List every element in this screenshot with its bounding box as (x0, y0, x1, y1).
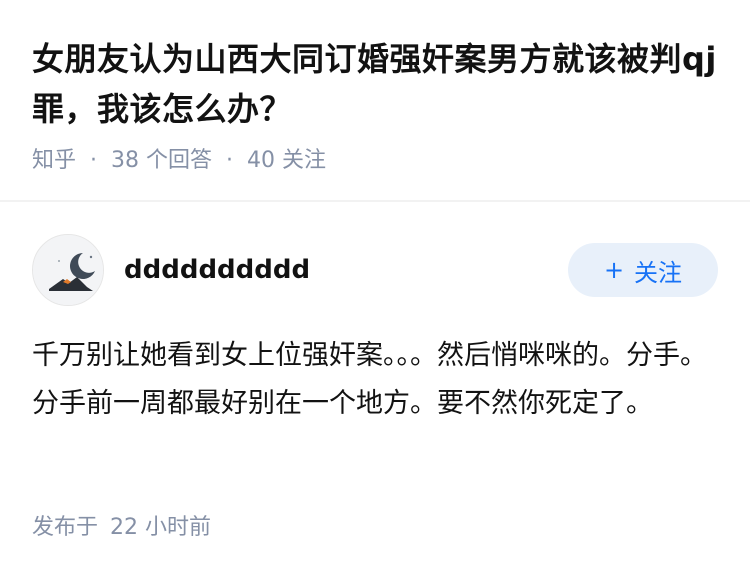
answer-content[interactable]: 千万别让她看到女上位强奸案。。。然后悄咪咪的。分手。分手前一周都最好别在一个地方… (32, 332, 712, 428)
question-meta: 知乎 · 38 个回答 · 40 关注 (32, 146, 722, 176)
plus-icon: + (603, 256, 625, 284)
question-header: 女朋友认为山西大同订婚强奸案男方就该被判qj罪，我该怎么办？ 知乎 · 38 个… (32, 34, 722, 176)
avatar[interactable] (32, 234, 104, 306)
source-label[interactable]: 知乎 (32, 146, 76, 176)
meta-separator: · (226, 148, 234, 173)
answers-count[interactable]: 38 个回答 (111, 146, 212, 176)
author-name[interactable]: dddddddddd (124, 255, 568, 285)
follow-button[interactable]: + 关注 (568, 243, 718, 297)
published-label: 发布于 (32, 515, 99, 540)
answer-author-row: dddddddddd + 关注 (32, 234, 718, 306)
followers-count[interactable]: 40 关注 (247, 146, 326, 176)
section-divider (0, 200, 750, 202)
published-time: 22 小时前 (110, 515, 212, 540)
night-moon-avatar-icon (33, 235, 103, 305)
answer-footer: 发布于 22 小时前 (32, 513, 211, 543)
question-title[interactable]: 女朋友认为山西大同订婚强奸案男方就该被判qj罪，我该怎么办？ (32, 34, 722, 134)
follow-button-label: 关注 (634, 258, 683, 287)
meta-separator: · (90, 148, 98, 173)
zhihu-answer-page: 女朋友认为山西大同订婚强奸案男方就该被判qj罪，我该怎么办？ 知乎 · 38 个… (0, 0, 750, 580)
